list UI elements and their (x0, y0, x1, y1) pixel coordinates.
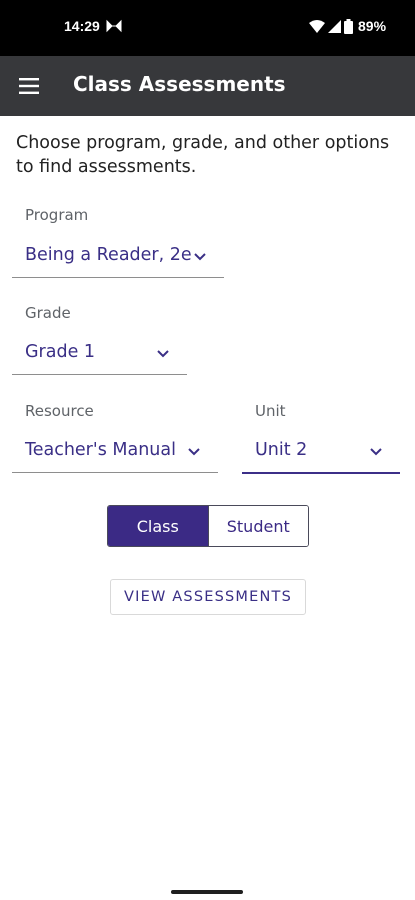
unit-dropdown[interactable]: Unit 2 (242, 430, 400, 474)
program-label: Program (25, 206, 89, 224)
program-value: Being a Reader, 2e (25, 245, 192, 265)
intro-text: Choose program, grade, and other options… (16, 133, 390, 177)
notification-icon (106, 19, 122, 33)
program-dropdown[interactable]: Being a Reader, 2e (12, 235, 224, 278)
class-toggle-button[interactable]: Class (108, 506, 208, 546)
resource-dropdown[interactable]: Teacher's Manual (12, 430, 218, 473)
signal-icon (328, 19, 341, 33)
chevron-down-icon (157, 350, 169, 358)
battery-icon (344, 18, 353, 34)
home-gesture-handle[interactable] (171, 890, 243, 894)
view-assessments-button[interactable]: VIEW ASSESSMENTS (110, 579, 306, 615)
grade-label: Grade (25, 304, 71, 322)
status-icons: 89% (309, 17, 386, 35)
grade-dropdown[interactable]: Grade 1 (12, 332, 187, 375)
chevron-down-icon (188, 448, 200, 456)
chevron-down-icon (370, 448, 382, 456)
grade-value: Grade 1 (25, 342, 96, 362)
navigation-gesture-bar (0, 872, 415, 900)
chevron-down-icon (194, 253, 206, 261)
app-bar: Class Assessments (0, 56, 415, 116)
resource-value: Teacher's Manual (25, 440, 176, 460)
unit-value: Unit 2 (255, 440, 308, 460)
battery-percentage: 89% (358, 18, 387, 34)
student-toggle-button[interactable]: Student (207, 506, 308, 546)
resource-label: Resource (25, 402, 94, 420)
wifi-icon (309, 19, 325, 33)
unit-label: Unit (255, 402, 286, 420)
menu-icon[interactable] (18, 75, 40, 97)
status-time: 14:29 (64, 18, 100, 34)
status-bar: 14:29 89% (0, 0, 415, 56)
class-student-toggle: Class Student (107, 505, 309, 547)
page-title: Class Assessments (73, 72, 286, 96)
